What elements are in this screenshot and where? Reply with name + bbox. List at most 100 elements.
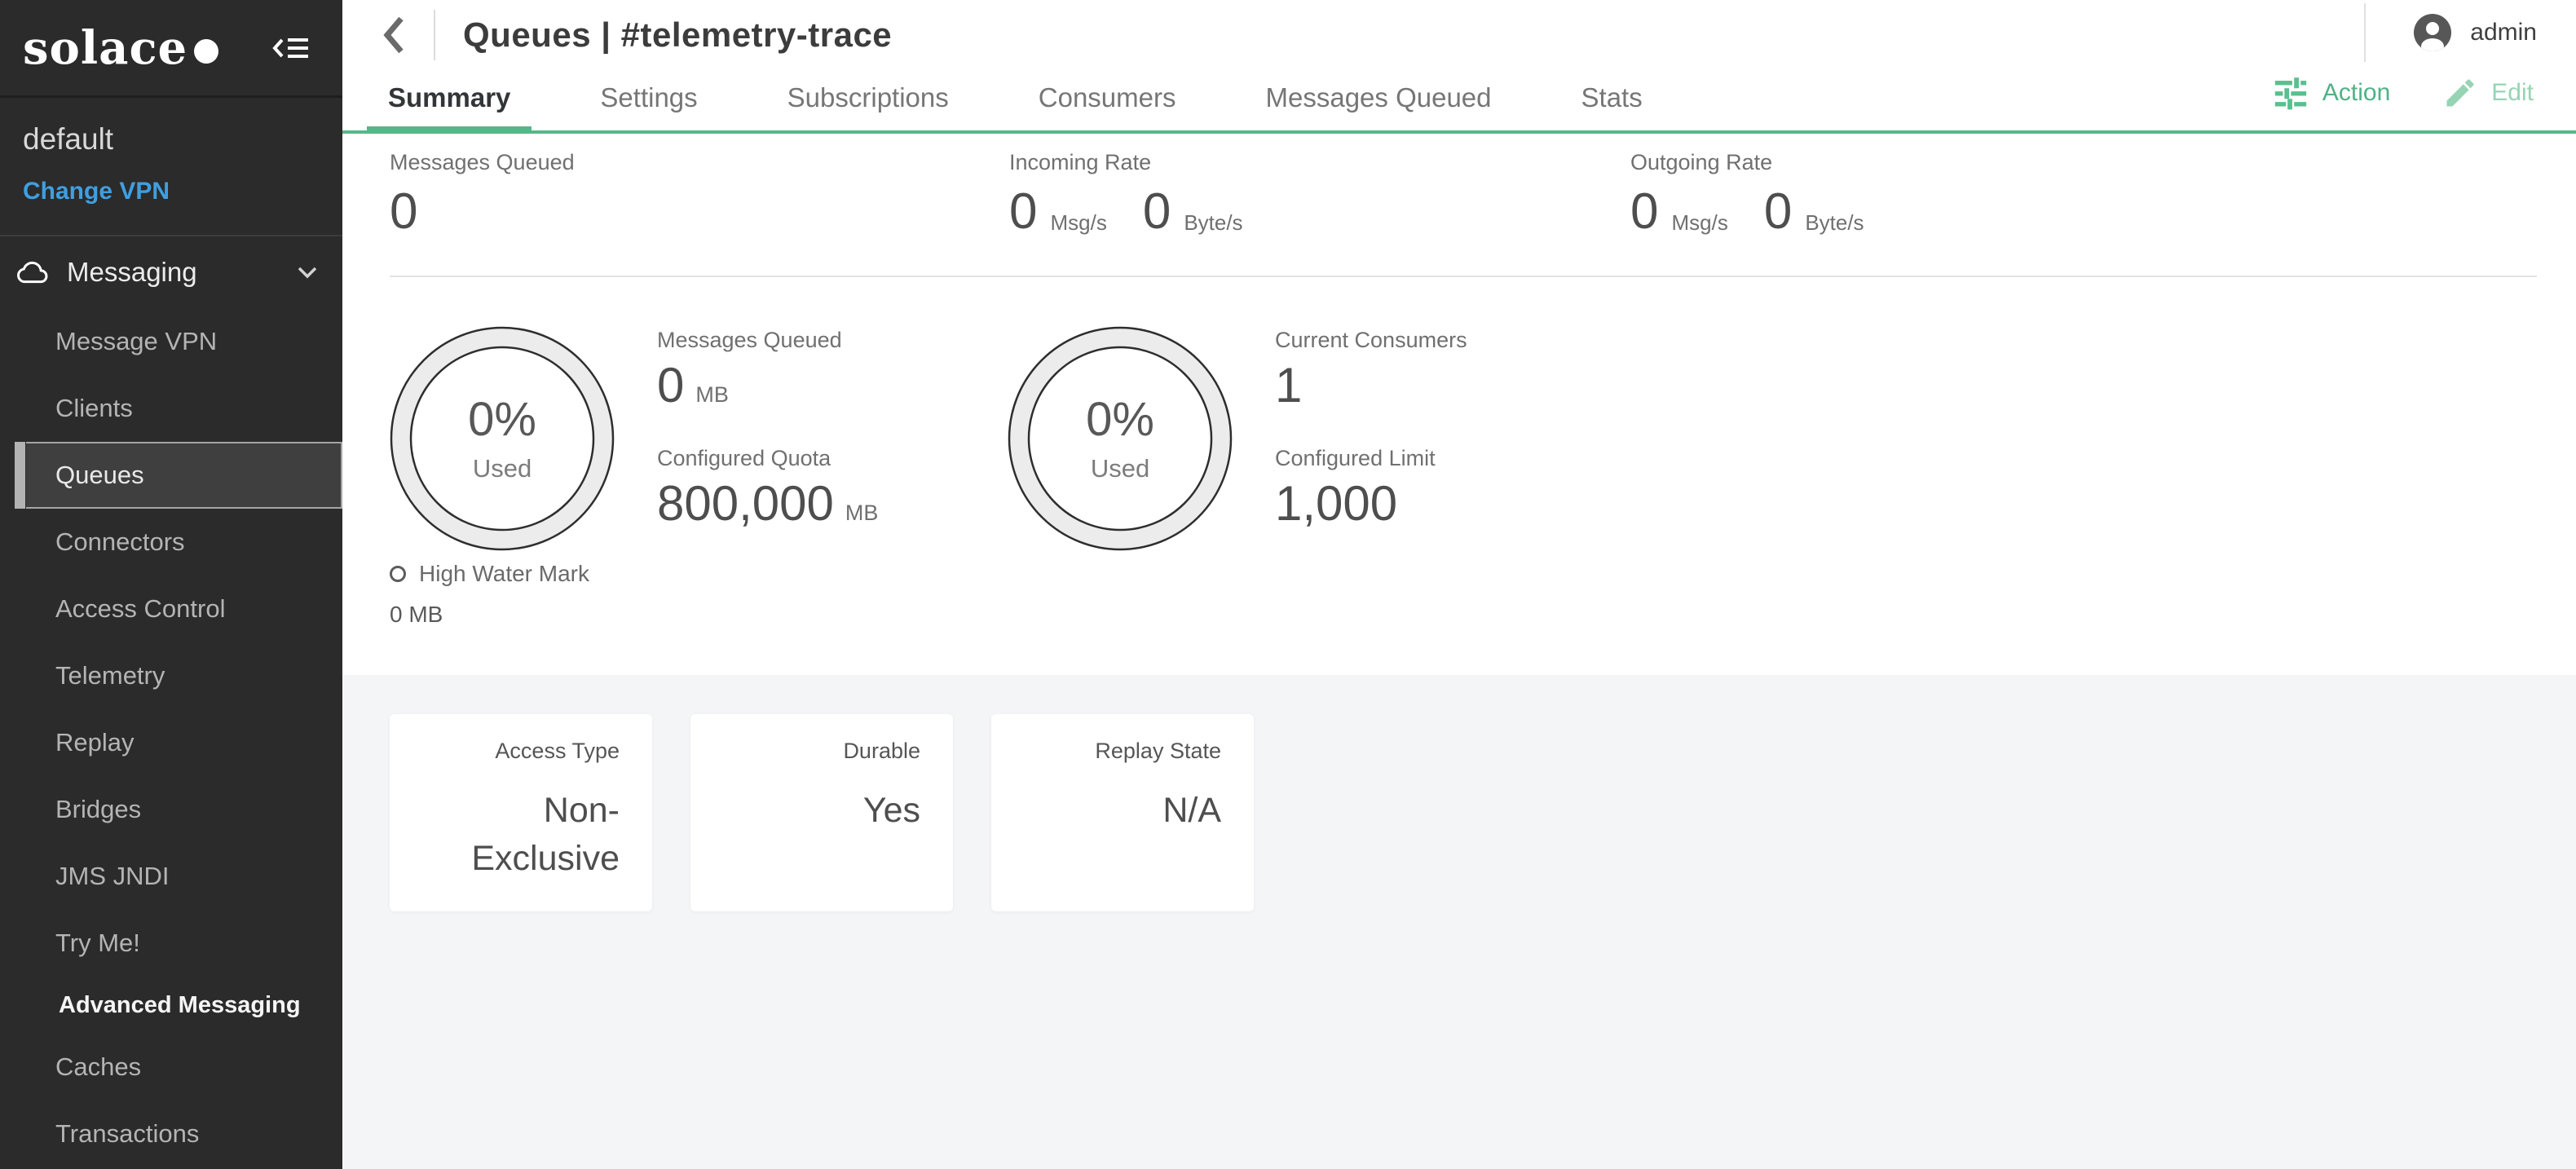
action-button[interactable]: Action	[2272, 74, 2390, 112]
legend-circle-icon	[390, 566, 406, 582]
page-title: Queues | #telemetry-trace	[463, 15, 892, 55]
user-avatar-icon[interactable]	[2413, 13, 2452, 52]
high-water-mark-legend: High Water Mark 0 MB	[390, 561, 589, 628]
card-replay-state: Replay State N/A	[991, 714, 1254, 911]
sidebar-section-messaging[interactable]: Messaging	[0, 236, 342, 308]
sidebar-item-bridges[interactable]: Bridges	[0, 776, 342, 843]
change-vpn-link[interactable]: Change VPN	[23, 178, 320, 205]
chevron-down-icon	[297, 266, 318, 279]
sidebar: solace default Change VPN Messaging	[0, 0, 342, 1169]
metric-value: 0	[657, 361, 684, 410]
stat-value: 0	[1630, 187, 1658, 237]
back-button[interactable]	[365, 14, 422, 56]
card-durable: Durable Yes	[690, 714, 953, 911]
metric-value: 1,000	[1275, 479, 1397, 528]
sliders-icon	[2272, 74, 2309, 112]
sidebar-item-message-vpn[interactable]: Message VPN	[0, 308, 342, 375]
metric-label: Configured Quota	[657, 446, 1008, 471]
logo-dot-icon	[194, 39, 218, 64]
action-label: Action	[2322, 79, 2390, 107]
sidebar-item-transactions[interactable]: Transactions	[0, 1101, 342, 1167]
metric-unit: MB	[845, 501, 879, 528]
consumers-metrics: Current Consumers 1 Configured Limit 1,0…	[1275, 323, 1625, 564]
vpn-block: default Change VPN	[0, 98, 342, 236]
topbar: Queues | #telemetry-trace admin	[342, 0, 2576, 134]
stat-unit: Msg/s	[1671, 210, 1727, 237]
metric-label: Current Consumers	[1275, 328, 1625, 353]
tab-summary[interactable]: Summary	[367, 82, 532, 134]
tab-subscriptions[interactable]: Subscriptions	[766, 82, 970, 134]
sidebar-item-caches[interactable]: Caches	[0, 1034, 342, 1101]
stat-value: 0	[1143, 187, 1171, 237]
gauges-section: 0% Used Messages Queued 0 MB Configured …	[342, 277, 2576, 675]
sidebar-item-queues[interactable]: Queues	[26, 442, 342, 509]
card-label: Access Type	[422, 739, 620, 764]
edit-button[interactable]: Edit	[2442, 75, 2534, 111]
title-row: Queues | #telemetry-trace	[365, 0, 892, 70]
vpn-name: default	[23, 122, 320, 157]
user-area: admin	[2364, 0, 2537, 65]
title-divider	[434, 10, 435, 60]
sidebar-item-jms-jndi[interactable]: JMS JNDI	[0, 843, 342, 910]
stat-value: 0	[390, 187, 575, 237]
stat-unit: Byte/s	[1184, 210, 1242, 237]
stat-value: 0	[1009, 187, 1037, 237]
sidebar-item-access-control[interactable]: Access Control	[0, 576, 342, 642]
sidebar-header-advanced-messaging: Advanced Messaging	[0, 977, 342, 1034]
card-value: Yes	[723, 787, 920, 835]
main-content: Queues | #telemetry-trace admin	[342, 0, 2576, 1169]
stat-incoming-rate: Incoming Rate 0 Msg/s 0 Byte/s	[1009, 150, 1266, 237]
solace-logo: solace	[23, 21, 218, 75]
sidebar-item-connectors[interactable]: Connectors	[0, 509, 342, 576]
metric-value: 800,000	[657, 479, 834, 528]
stat-label: Messages Queued	[390, 150, 575, 175]
legend-value: 0 MB	[390, 602, 589, 628]
gauge-percent: 0%	[1086, 394, 1154, 446]
quota-donut-chart: 0% Used	[386, 323, 618, 554]
quota-gauge-group: 0% Used Messages Queued 0 MB Configured …	[386, 323, 1008, 564]
consumers-donut-chart: 0% Used	[1004, 323, 1236, 554]
card-label: Replay State	[1024, 739, 1221, 764]
stat-outgoing-rate: Outgoing Rate 0 Msg/s 0 Byte/s	[1630, 150, 1887, 237]
tab-consumers[interactable]: Consumers	[1017, 82, 1198, 134]
stat-unit: Msg/s	[1050, 210, 1106, 237]
stat-label: Outgoing Rate	[1630, 150, 1887, 175]
consumers-gauge-group: 0% Used Current Consumers 1 Configured L…	[1004, 323, 1625, 564]
username[interactable]: admin	[2470, 19, 2537, 46]
card-value: N/A	[1024, 787, 1221, 835]
tab-bar: Summary Settings Subscriptions Consumers…	[367, 82, 1664, 134]
legend-label: High Water Mark	[419, 561, 589, 587]
card-value: Non-Exclusive	[422, 787, 620, 884]
sidebar-section-label: Messaging	[67, 257, 279, 288]
info-cards-section: Access Type Non-Exclusive Durable Yes Re…	[342, 675, 2576, 1169]
quota-metrics: Messages Queued 0 MB Configured Quota 80…	[657, 323, 1008, 564]
tab-messages-queued[interactable]: Messages Queued	[1245, 82, 1513, 134]
sidebar-item-try-me[interactable]: Try Me!	[0, 910, 342, 977]
pencil-icon	[2442, 75, 2478, 111]
tab-settings[interactable]: Settings	[579, 82, 718, 134]
gauge-used-label: Used	[1091, 454, 1149, 483]
metric-label: Messages Queued	[657, 328, 1008, 353]
gauge-used-label: Used	[473, 454, 532, 483]
card-label: Durable	[723, 739, 920, 764]
sidebar-item-clients[interactable]: Clients	[0, 375, 342, 442]
card-access-type: Access Type Non-Exclusive	[390, 714, 652, 911]
collapse-sidebar-icon[interactable]	[272, 34, 310, 62]
summary-stats-row: Messages Queued 0 Incoming Rate 0 Msg/s …	[342, 134, 2576, 277]
edit-label: Edit	[2491, 79, 2534, 107]
stat-messages-queued: Messages Queued 0	[390, 150, 575, 237]
tab-stats[interactable]: Stats	[1560, 82, 1664, 134]
metric-value: 1	[1275, 361, 1302, 410]
metric-label: Configured Limit	[1275, 446, 1625, 471]
sidebar-logo-row: solace	[0, 0, 342, 98]
stat-label: Incoming Rate	[1009, 150, 1266, 175]
user-divider	[2364, 3, 2366, 62]
toolbar: Action Edit	[2272, 70, 2534, 116]
sidebar-item-replay[interactable]: Replay	[0, 709, 342, 776]
sidebar-nav: Message VPN Clients Queues Connectors Ac…	[0, 308, 342, 1167]
cloud-icon	[16, 260, 49, 285]
logo-text: solace	[23, 21, 187, 75]
stat-unit: Byte/s	[1805, 210, 1864, 237]
sidebar-item-telemetry[interactable]: Telemetry	[0, 642, 342, 709]
stat-value: 0	[1764, 187, 1792, 237]
